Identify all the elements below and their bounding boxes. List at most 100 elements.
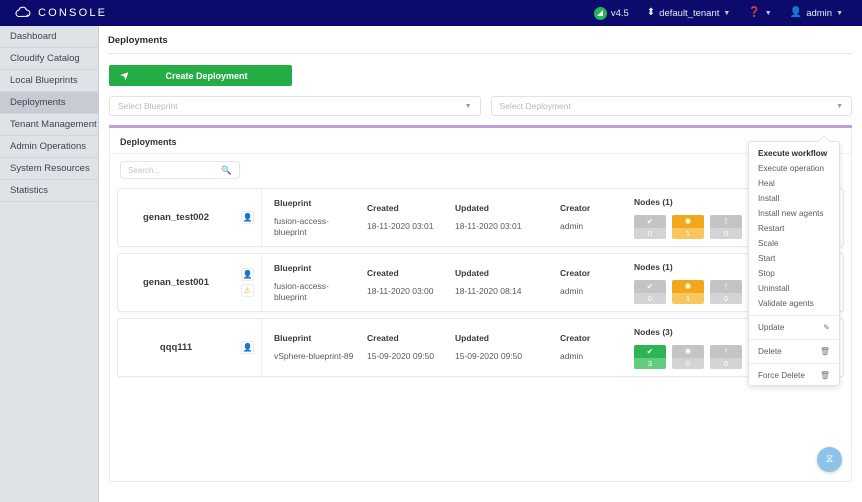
node-status-alert[interactable]: ! 0	[710, 280, 742, 304]
cell-created: Created 18-11-2020 03:00	[355, 254, 443, 311]
tenant-label: default_tenant	[659, 8, 719, 19]
column-header-creator: Creator	[560, 268, 622, 278]
help-circle-icon: ❓	[748, 8, 760, 18]
column-header-updated: Updated	[455, 203, 548, 213]
menu-item-validate-agents[interactable]: Validate agents	[749, 296, 839, 311]
menu-item-force-delete[interactable]: Force Delete 🗑	[749, 368, 839, 383]
value-blueprint: vSphere-blueprint-89	[274, 351, 355, 362]
user-icon: 👤	[790, 8, 802, 18]
value-creator: admin	[560, 351, 622, 362]
menu-item-label: Force Delete	[758, 371, 805, 380]
cell-creator: Creator admin	[548, 189, 622, 246]
node-count: 0	[710, 358, 742, 369]
value-created: 18-11-2020 03:00	[367, 286, 443, 297]
row-status-icons: 👤	[234, 319, 262, 376]
table-row[interactable]: genan_test001 👤 ⚠ Blueprint fusion-acces…	[117, 253, 844, 312]
node-status-ok[interactable]: ✔ 0	[634, 215, 666, 239]
check-icon: ✔	[634, 280, 666, 293]
sidebar-item-statistics[interactable]: Statistics	[0, 180, 98, 202]
column-header-created: Created	[367, 268, 443, 278]
column-header-creator: Creator	[560, 333, 622, 343]
menu-item-install-new-agents[interactable]: Install new agents	[749, 206, 839, 221]
chevron-down-icon: ▼	[723, 10, 730, 17]
top-bar-right: v4.5 ⬍ default_tenant ▼ ❓ ▼ 👤 admin ▼	[585, 0, 862, 26]
sidebar-item-admin-operations[interactable]: Admin Operations	[0, 136, 98, 158]
chevron-down-icon: ▼	[836, 103, 843, 110]
column-header-blueprint: Blueprint	[274, 263, 355, 273]
menu-item-label: Execute workflow	[758, 149, 827, 158]
deployment-name: genan_test001	[118, 254, 234, 311]
value-creator: admin	[560, 286, 622, 297]
node-status-progress[interactable]: ✺ 1	[672, 215, 704, 239]
row-status-icons: 👤 ⚠	[234, 254, 262, 311]
menu-item-install[interactable]: Install	[749, 191, 839, 206]
deployment-name: genan_test002	[118, 189, 234, 246]
node-count: 0	[710, 228, 742, 239]
node-status-progress[interactable]: ✺ 0	[672, 345, 704, 369]
sidebar-item-label: Tenant Management	[10, 119, 97, 130]
search-icon: 🔍	[221, 165, 232, 176]
menu-item-restart[interactable]: Restart	[749, 221, 839, 236]
menu-item-delete[interactable]: Delete 🗑	[749, 344, 839, 359]
sidebar-item-cloudify-catalog[interactable]: Cloudify Catalog	[0, 48, 98, 70]
menu-item-label: Delete	[758, 347, 782, 356]
column-header-created: Created	[367, 333, 443, 343]
filter-icon: ⧖	[826, 453, 834, 466]
sidebar-item-dashboard[interactable]: Dashboard	[0, 26, 98, 48]
trash-icon: 🗑	[820, 347, 830, 356]
menu-item-execute-operation[interactable]: Execute operation	[749, 161, 839, 176]
select-blueprint-dropdown[interactable]: Select Blueprint ▼	[109, 96, 481, 116]
menu-item-label: Validate agents	[758, 299, 814, 308]
sidebar-item-system-resources[interactable]: System Resources	[0, 158, 98, 180]
node-status-ok[interactable]: ✔ 0	[634, 280, 666, 304]
sidebar-item-local-blueprints[interactable]: Local Blueprints	[0, 70, 98, 92]
menu-item-scale[interactable]: Scale	[749, 236, 839, 251]
user-label: admin	[806, 8, 832, 19]
menu-item-stop[interactable]: Stop	[749, 266, 839, 281]
cell-created: Created 15-09-2020 09:50	[355, 319, 443, 376]
select-deployment-dropdown[interactable]: Select Deployment ▼	[491, 96, 853, 116]
help-fab-button[interactable]: ⧖	[817, 447, 842, 472]
sidebar-item-label: Local Blueprints	[10, 75, 78, 86]
menu-item-label: Start	[758, 254, 775, 263]
chevron-down-icon: ▼	[465, 103, 472, 110]
help-menu[interactable]: ❓ ▼	[739, 0, 780, 26]
node-status-progress[interactable]: ✺ 1	[672, 280, 704, 304]
menu-item-update[interactable]: Update ✎	[749, 320, 839, 335]
deployments-list: genan_test002 👤 Blueprint fusion-access-…	[110, 179, 851, 377]
menu-item-start[interactable]: Start	[749, 251, 839, 266]
user-icon: 👤	[241, 211, 254, 224]
sidebar-item-deployments[interactable]: Deployments	[0, 92, 98, 114]
menu-item-heal[interactable]: Heal	[749, 176, 839, 191]
context-menu: Execute workflow Execute operation Heal …	[748, 141, 840, 386]
node-count: 0	[634, 228, 666, 239]
node-status-alert[interactable]: ! 0	[710, 215, 742, 239]
column-header-updated: Updated	[455, 333, 548, 343]
tenant-selector[interactable]: ⬍ default_tenant ▼	[638, 0, 740, 26]
node-count: 1	[672, 228, 704, 239]
check-icon: ✔	[634, 215, 666, 228]
create-deployment-button[interactable]: ➤ Create Deployment	[109, 65, 292, 86]
sidebar-item-label: System Resources	[10, 163, 90, 174]
column-header-updated: Updated	[455, 268, 548, 278]
gear-icon: ✺	[672, 280, 704, 293]
warning-triangle-icon[interactable]: ⚠	[241, 284, 254, 297]
create-deployment-label: Create Deployment	[109, 71, 292, 81]
cell-updated: Updated 18-11-2020 03:01	[443, 189, 548, 246]
node-count: 0	[710, 293, 742, 304]
node-status-alert[interactable]: ! 0	[710, 345, 742, 369]
sidebar: Dashboard Cloudify Catalog Local Bluepri…	[0, 26, 99, 502]
version-indicator[interactable]: v4.5	[585, 0, 638, 26]
node-status-ok[interactable]: ✔ 3	[634, 345, 666, 369]
sidebar-item-tenant-management[interactable]: Tenant Management	[0, 114, 98, 136]
menu-item-uninstall[interactable]: Uninstall	[749, 281, 839, 296]
select-deployment-placeholder: Select Deployment	[500, 101, 571, 111]
table-row[interactable]: genan_test002 👤 Blueprint fusion-access-…	[117, 188, 844, 247]
search-input[interactable]: Search... 🔍	[120, 161, 240, 179]
menu-item-execute-workflow[interactable]: Execute workflow	[749, 146, 839, 161]
brand[interactable]: CONSOLE	[0, 6, 107, 20]
table-row[interactable]: qqq111 👤 Blueprint vSphere-blueprint-89 …	[117, 318, 844, 377]
user-menu[interactable]: 👤 admin ▼	[781, 0, 852, 26]
cell-created: Created 18-11-2020 03:01	[355, 189, 443, 246]
chevron-down-icon: ▼	[765, 10, 772, 17]
